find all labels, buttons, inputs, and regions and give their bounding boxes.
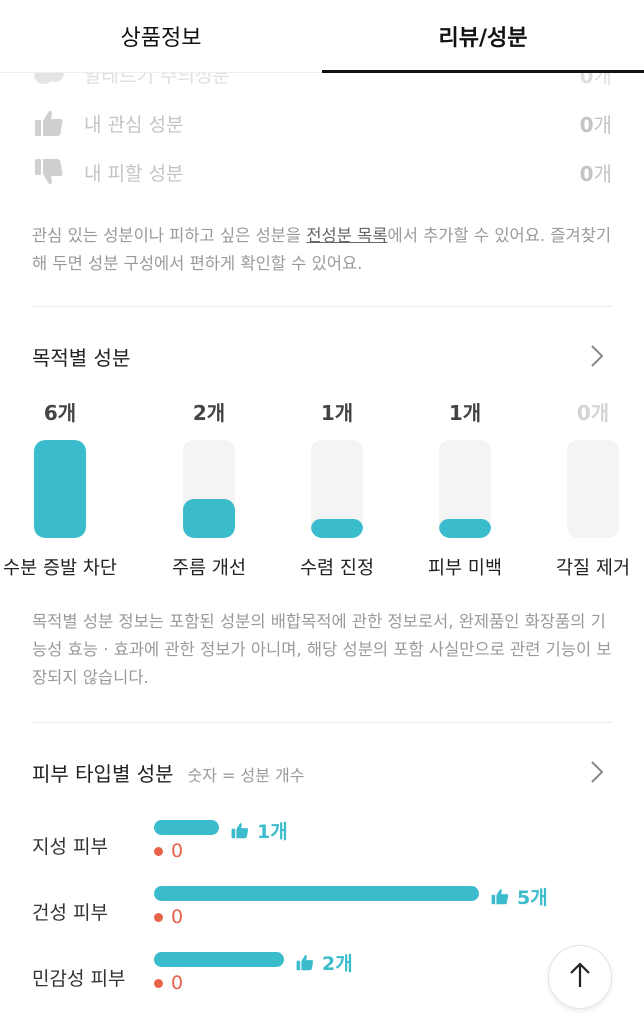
skin-good-count: 5개 xyxy=(491,883,548,910)
skin-section-title[interactable]: 피부 타입별 성분 숫자 = 성분 개수 xyxy=(32,758,305,787)
interest-note: 관심 있는 성분이나 피하고 싶은 성분을 전성분 목록에서 추가할 수 있어요… xyxy=(32,226,612,273)
purpose-section-title[interactable]: 목적별 성분 xyxy=(32,342,130,371)
tab-review-ingredients[interactable]: 리뷰/성분 xyxy=(322,0,644,73)
tab-product-info[interactable]: 상품정보 xyxy=(0,0,322,72)
thumbs-up-icon xyxy=(296,954,314,971)
skin-bad-count: 0 xyxy=(154,972,183,994)
full-ingredients-link[interactable]: 전성분 목록 xyxy=(306,226,387,245)
purpose-bar-track xyxy=(34,440,86,538)
skin-row-sensitive[interactable]: 민감성 피부 2개 0 xyxy=(32,952,592,1012)
purpose-item[interactable]: 6개 수분 증발 차단 xyxy=(0,396,125,580)
skin-good-count: 2개 xyxy=(296,949,353,976)
interest-row-like[interactable]: 내 관심 성분 0개 xyxy=(32,103,612,143)
purpose-item[interactable]: 0개 각질 제거 xyxy=(528,396,644,580)
bad-dot-icon xyxy=(154,846,163,856)
tab-bar: 상품정보 리뷰/성분 xyxy=(0,0,644,73)
purpose-chevron-right-icon[interactable] xyxy=(588,342,606,370)
purpose-bar-fill xyxy=(34,440,86,538)
interest-count: 0개 xyxy=(579,112,612,137)
thumbs-down-icon xyxy=(32,155,66,189)
purpose-item[interactable]: 1개 피부 미백 xyxy=(400,396,530,580)
purpose-item[interactable]: 2개 주름 개선 xyxy=(144,396,274,580)
skin-bad-count: 0 xyxy=(154,906,183,928)
thumbs-up-icon xyxy=(491,888,509,905)
bad-dot-icon xyxy=(154,912,163,922)
purpose-bar-track xyxy=(439,440,491,538)
divider xyxy=(32,306,612,307)
thumbs-up-icon xyxy=(231,822,249,839)
purpose-bar-track xyxy=(567,440,619,538)
interest-count: 0개 xyxy=(579,161,612,186)
purpose-bar-fill xyxy=(311,519,363,538)
skin-good-bar xyxy=(154,952,284,967)
interest-row-avoid[interactable]: 내 피할 성분 0개 xyxy=(32,152,612,192)
purpose-bar-fill xyxy=(439,519,491,538)
purpose-item[interactable]: 1개 수렴 진정 xyxy=(272,396,402,580)
purpose-bar-track xyxy=(183,440,235,538)
skin-row-dry[interactable]: 건성 피부 5개 0 xyxy=(32,886,592,946)
thumbs-up-icon xyxy=(32,106,66,140)
purpose-bar-fill xyxy=(183,499,235,538)
interest-label: 내 피할 성분 xyxy=(84,162,184,185)
skin-bad-count: 0 xyxy=(154,840,183,862)
purpose-disclaimer: 목적별 성분 정보는 포함된 성분의 배합목적에 관한 정보로서, 완제품인 화… xyxy=(32,612,612,687)
skin-row-oily[interactable]: 지성 피부 1개 0 xyxy=(32,820,592,880)
skin-good-bar xyxy=(154,820,219,835)
skin-good-bar xyxy=(154,886,479,901)
arrow-up-icon xyxy=(568,961,592,993)
skin-good-count: 1개 xyxy=(231,817,288,844)
page: 상품정보 리뷰/성분 알레르기 주의성분 0개 내 관심 성분 0개 내 피할 … xyxy=(0,0,644,1024)
scroll-top-button[interactable] xyxy=(548,945,612,1009)
bad-dot-icon xyxy=(154,978,163,988)
skin-section-subtitle: 숫자 = 성분 개수 xyxy=(187,766,305,785)
interest-label: 내 관심 성분 xyxy=(84,113,184,136)
skin-chevron-right-icon[interactable] xyxy=(588,758,606,786)
divider xyxy=(32,722,612,723)
purpose-bar-track xyxy=(311,440,363,538)
